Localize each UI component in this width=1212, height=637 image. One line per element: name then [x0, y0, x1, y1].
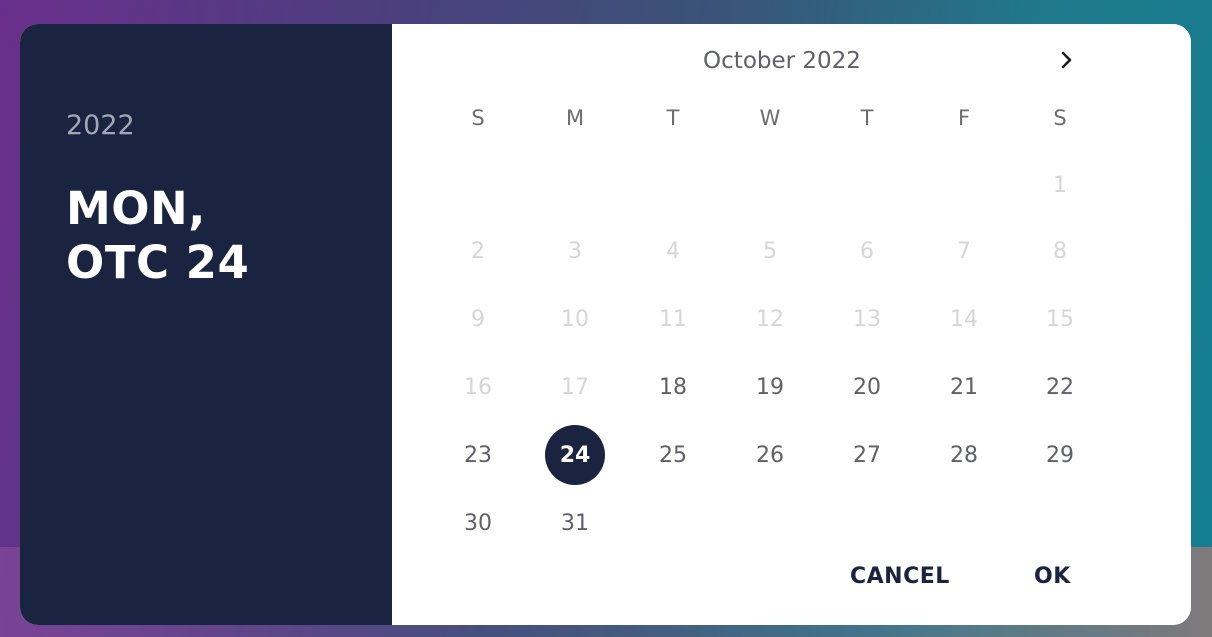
calendar-day: 16: [464, 374, 492, 400]
weekday-header: M: [565, 106, 585, 130]
selected-date-weekday: MON,: [66, 182, 206, 235]
selected-date-day: OTC 24: [66, 236, 250, 289]
calendar-day: 12: [756, 306, 784, 332]
calendar-day: 5: [763, 238, 777, 264]
calendar-day-selected[interactable]: 24: [543, 425, 607, 485]
date-picker-dialog: 2022 MON, OTC 24 October 2022 SMTWTFS123…: [20, 24, 1191, 625]
month-title: October 2022: [703, 48, 861, 74]
next-month-button[interactable]: [1055, 48, 1079, 72]
calendar-day[interactable]: 30: [446, 503, 510, 543]
calendar-day[interactable]: 25: [641, 435, 705, 475]
calendar-day[interactable]: 27: [835, 435, 899, 475]
calendar-day: 14: [950, 306, 978, 332]
calendar-day: 2: [471, 238, 485, 264]
calendar-day[interactable]: 18: [641, 367, 705, 407]
calendar-panel: October 2022 S M T W T F S 1 2 3 4 5 6 7 8 9 10 11 12 13 14 1…: [392, 24, 1191, 625]
weekday-header: S: [1053, 106, 1067, 130]
selected-day-circle: 24: [545, 425, 605, 485]
calendar-day: 13: [853, 306, 881, 332]
calendar-day[interactable]: 22: [1028, 367, 1092, 407]
calendar-day[interactable]: 28: [932, 435, 996, 475]
calendar-day[interactable]: 26: [738, 435, 802, 475]
date-picker-header: 2022 MON, OTC 24: [20, 24, 392, 625]
calendar-day[interactable]: 20: [835, 367, 899, 407]
calendar-day: 1: [1053, 172, 1067, 198]
chevron-right-icon: [1061, 51, 1072, 69]
ok-button[interactable]: OK: [1034, 564, 1071, 589]
selected-year[interactable]: 2022: [66, 110, 135, 141]
calendar-day: 6: [860, 238, 874, 264]
weekday-header: T: [860, 106, 874, 130]
weekday-header: W: [759, 106, 781, 130]
calendar-day: 4: [666, 238, 680, 264]
calendar-day[interactable]: 23: [446, 435, 510, 475]
calendar-day[interactable]: 29: [1028, 435, 1092, 475]
calendar-day[interactable]: 19: [738, 367, 802, 407]
weekday-header: T: [666, 106, 680, 130]
calendar-day: 10: [561, 306, 589, 332]
weekday-header: F: [957, 106, 971, 130]
calendar-day: 3: [568, 238, 582, 264]
calendar-day: 8: [1053, 238, 1067, 264]
cancel-button[interactable]: CANCEL: [850, 564, 950, 589]
calendar-day: 15: [1046, 306, 1074, 332]
dialog-actions: CANCEL OK: [812, 564, 1132, 594]
weekday-header: S: [471, 106, 485, 130]
calendar-day: 17: [561, 374, 589, 400]
calendar-day: 11: [659, 306, 687, 332]
calendar-day: 7: [957, 238, 971, 264]
calendar-day[interactable]: 21: [932, 367, 996, 407]
calendar-day: 9: [471, 306, 485, 332]
calendar-day[interactable]: 31: [543, 503, 607, 543]
